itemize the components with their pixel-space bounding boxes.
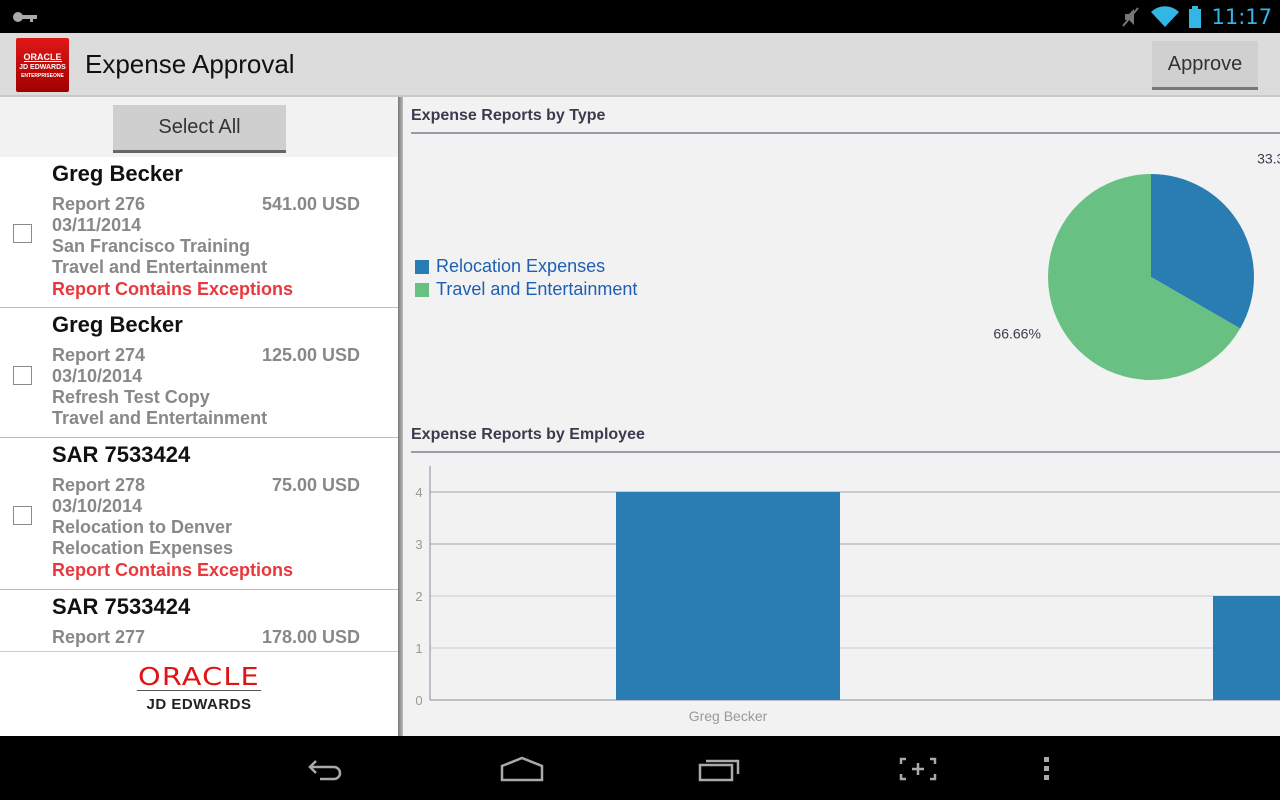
x-tick-label: Greg Becker	[689, 708, 768, 724]
report-type: Travel and Entertainment	[52, 257, 268, 277]
exception-label: Report Contains Exceptions	[52, 560, 294, 580]
recent-apps-button[interactable]	[698, 754, 742, 784]
report-date: 03/10/2014	[52, 496, 143, 516]
oracle-brand: ORACLE	[136, 662, 262, 691]
employee-name: Greg Becker	[52, 161, 183, 186]
screenshot-button[interactable]	[896, 754, 940, 784]
exception-label: Report Contains Exceptions	[52, 279, 294, 299]
report-type: Relocation Expenses	[52, 538, 234, 558]
pie-data-label: 33.33%	[1257, 151, 1280, 167]
list-item[interactable]: Greg Becker Report 274 125.00 USD 03/10/…	[0, 308, 398, 438]
report-number: Report 274	[52, 345, 146, 365]
jd-edwards-brand: JD EDWARDS	[146, 696, 252, 713]
menu-button[interactable]	[1025, 754, 1069, 784]
y-tick-label: 2	[415, 589, 422, 604]
employee-name: Greg Becker	[52, 312, 183, 337]
report-list-panel: Select All Greg Becker Report 276 541.00…	[0, 97, 398, 736]
mute-icon	[1122, 7, 1140, 27]
approve-button[interactable]: Approve	[1152, 41, 1258, 90]
recent-apps-icon	[698, 759, 740, 782]
report-checkbox[interactable]	[13, 366, 32, 385]
list-item[interactable]: SAR 7533424 Report 277 178.00 USD	[0, 590, 398, 660]
report-checkbox[interactable]	[13, 224, 32, 243]
logo-subtext: JD EDWARDS	[19, 64, 66, 71]
bar-greg-becker[interactable]	[616, 492, 840, 700]
select-bar: Select All	[0, 97, 398, 157]
report-amount: 541.00 USD	[261, 194, 360, 214]
navigation-bar	[0, 736, 1280, 800]
screenshot-icon	[899, 757, 937, 781]
y-tick-label: 0	[415, 693, 422, 708]
report-checkbox[interactable]	[13, 506, 32, 525]
back-icon	[308, 760, 342, 781]
key-icon	[13, 12, 37, 22]
back-button[interactable]	[304, 754, 348, 784]
pie-chart: 33.33% 66.66%	[993, 151, 1280, 380]
battery-icon	[1189, 6, 1202, 28]
employee-name: SAR 7533424	[52, 594, 191, 619]
oracle-jd-edwards-logo: ORACLE JD EDWARDS	[0, 651, 398, 736]
list-item[interactable]: SAR 7533424 Report 278 75.00 USD 03/10/2…	[0, 438, 398, 590]
action-bar: ORACLE JD EDWARDS ENTERPRISEONE Expense …	[0, 33, 1280, 97]
status-bar: 11:17	[0, 0, 1280, 33]
report-number: Report 278	[52, 475, 146, 495]
clock: 11:17	[1211, 5, 1272, 29]
report-type: Travel and Entertainment	[52, 408, 268, 428]
y-tick-label: 1	[415, 641, 422, 656]
report-amount: 178.00 USD	[261, 627, 360, 647]
pie-data-label: 66.66%	[993, 326, 1040, 342]
report-number: Report 277	[52, 627, 146, 647]
bar-chart-title: Expense Reports by Employee	[411, 426, 645, 443]
page-title: Expense Approval	[85, 49, 295, 79]
bar-chart: 0 1 2 3 4 Greg Becker	[415, 466, 1280, 724]
wifi-icon	[1151, 6, 1180, 28]
report-description: San Francisco Training	[52, 236, 251, 256]
select-all-button[interactable]: Select All	[113, 105, 286, 153]
employee-name: SAR 7533424	[52, 442, 191, 467]
report-date: 03/11/2014	[52, 215, 142, 235]
report-date: 03/10/2014	[52, 366, 143, 386]
overflow-menu-icon	[1044, 757, 1049, 780]
y-tick-label: 4	[415, 485, 422, 500]
report-description: Relocation to Denver	[52, 517, 233, 537]
logo-subtext-2: ENTERPRISEONE	[21, 73, 64, 79]
home-icon	[500, 756, 544, 782]
logo-text: ORACLE	[23, 52, 62, 62]
list-item[interactable]: Greg Becker Report 276 541.00 USD 03/11/…	[0, 157, 398, 308]
section-rule	[411, 451, 1280, 453]
report-amount: 125.00 USD	[261, 345, 360, 365]
y-tick-label: 3	[415, 537, 422, 552]
bar-sar-7533424[interactable]	[1213, 596, 1280, 700]
charts-panel: Expense Reports by Type Relocation Expen…	[403, 97, 1280, 736]
report-amount: 75.00 USD	[271, 475, 360, 495]
app-logo: ORACLE JD EDWARDS ENTERPRISEONE	[16, 38, 69, 92]
home-button[interactable]	[500, 754, 544, 784]
report-description: Refresh Test Copy	[52, 387, 210, 407]
report-number: Report 276	[52, 194, 146, 214]
